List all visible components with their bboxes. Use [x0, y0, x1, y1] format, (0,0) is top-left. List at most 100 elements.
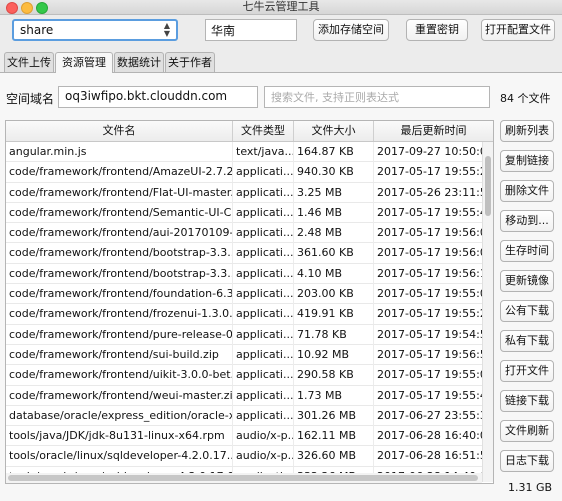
cell-type: applicati... [233, 243, 294, 264]
table-row[interactable]: code/framework/frontend/frozenui-1.3.0..… [6, 304, 482, 325]
domain-label: 空间域名 [6, 92, 55, 106]
private-download-button[interactable]: 私有下载 [500, 330, 554, 352]
cell-name: code/framework/frontend/pure-release-0..… [6, 324, 233, 345]
table-row[interactable]: angular.min.js text/java... 164.87 KB 2017-… [6, 142, 482, 163]
cell-size: 301.26 MB [294, 405, 374, 426]
cell-name: tools/oracle/linux/sqldeveloper-4.2.0.17… [6, 446, 233, 467]
reset-key-button[interactable]: 重置密钥 [406, 19, 468, 41]
cell-size: 164.87 KB [294, 142, 374, 162]
cell-modified: 2017-06-28 16:51:58 [377, 449, 482, 463]
ttl-button[interactable]: 生存时间 [500, 240, 554, 262]
cell-size: 2.48 MB [294, 223, 374, 244]
copy-link-button[interactable]: 复制链接 [500, 150, 554, 172]
table-row[interactable]: database/oracle/express_edition/oracle-x… [6, 405, 482, 427]
bucket-select[interactable]: share ▲ ▼ [12, 19, 178, 41]
tab-upload[interactable]: 文件上传 [4, 52, 54, 72]
cell-size: 10.92 MB [294, 344, 374, 365]
column-header-type[interactable]: 文件类型 [233, 121, 294, 141]
table-row[interactable]: tools/java/JDK/jdk-8u131-linux-x64.rpm au… [6, 426, 482, 447]
table-header: 文件名 文件类型 文件大小 最后更新时间 [6, 121, 493, 142]
search-input[interactable]: 搜索文件, 支持正则表达式 [264, 86, 490, 108]
cell-type: applicati... [233, 405, 294, 426]
title-bar: 七牛云管理工具 [0, 0, 562, 15]
delete-file-button[interactable]: 删除文件 [500, 180, 554, 202]
cell-size: 4.10 MB [294, 263, 374, 284]
vertical-scrollbar[interactable] [482, 142, 493, 482]
cell-modified: 2017-05-17 19:55:28 [377, 165, 482, 179]
table-row[interactable]: code/framework/frontend/bootstrap-3.3...… [6, 243, 482, 264]
table-row[interactable]: code/framework/frontend/weui-master.zip a… [6, 385, 482, 406]
select-arrows-icon: ▲ ▼ [163, 21, 170, 38]
add-bucket-button[interactable]: 添加存储空间 [313, 19, 389, 41]
cell-modified: 2017-05-26 23:11:53 [377, 185, 482, 199]
cell-type: applicati... [233, 182, 294, 203]
cell-name: code/framework/frontend/foundation-6.3..… [6, 284, 233, 305]
horizontal-scroll-thumb[interactable] [8, 475, 478, 481]
move-to-button[interactable]: 移动到... [500, 210, 554, 232]
cell-name: code/framework/frontend/uikit-3.0.0-bet.… [6, 365, 233, 386]
table-row[interactable]: code/framework/frontend/aui-20170109-...… [6, 223, 482, 244]
cell-name: database/oracle/express_edition/oracle-x… [6, 405, 233, 426]
refresh-list-button[interactable]: 刷新列表 [500, 120, 554, 142]
cell-name: code/framework/frontend/Flat-UI-master..… [6, 182, 233, 203]
cell-type: applicati... [233, 284, 294, 305]
cell-modified: 2017-05-17 19:55:43 [377, 205, 482, 219]
table-row[interactable]: code/framework/frontend/uikit-3.0.0-bet.… [6, 365, 482, 386]
cell-size: 419.91 KB [294, 304, 374, 325]
bucket-select-value: share [20, 23, 54, 37]
log-download-button[interactable]: 日志下载 [500, 450, 554, 472]
horizontal-scrollbar[interactable] [6, 473, 482, 483]
column-header-size[interactable]: 文件大小 [294, 121, 374, 141]
cell-size: 203.00 KB [294, 284, 374, 305]
table-row[interactable]: tools/oracle/linux/sqldeveloper-4.2.0.17… [6, 446, 482, 467]
refresh-file-button[interactable]: 文件刷新 [500, 420, 554, 442]
cell-name: code/framework/frontend/frozenui-1.3.0..… [6, 304, 233, 325]
cell-modified: 2017-05-17 19:55:49 [377, 388, 482, 402]
cell-type: applicati... [233, 365, 294, 386]
open-config-button[interactable]: 打开配置文件 [481, 19, 555, 41]
cell-name: code/framework/frontend/AmazeUI-2.7.2... [6, 162, 233, 183]
cell-size: 361.60 KB [294, 243, 374, 264]
cell-size: 1.73 MB [294, 385, 374, 406]
table-row[interactable]: code/framework/frontend/foundation-6.3..… [6, 284, 482, 305]
vertical-scroll-thumb[interactable] [485, 156, 491, 216]
table-row[interactable]: code/framework/frontend/sui-build.zip app… [6, 344, 482, 366]
region-field[interactable]: 华南 [205, 19, 297, 41]
cell-modified: 2017-05-17 19:56:17 [377, 266, 482, 280]
cell-type: applicati... [233, 202, 294, 223]
tab-about[interactable]: 关于作者 [165, 52, 215, 72]
cell-modified: 2017-05-17 19:56:01 [377, 226, 482, 240]
file-table[interactable]: 文件名 文件类型 文件大小 最后更新时间 angular.min.js text/… [5, 120, 494, 484]
cell-size: 940.30 KB [294, 162, 374, 183]
cell-type: applicati... [233, 304, 294, 325]
cell-size: 1.46 MB [294, 202, 374, 223]
cell-name: code/framework/frontend/weui-master.zip [6, 385, 233, 406]
file-count: 84 个文件 [500, 92, 551, 105]
cell-modified: 2017-09-27 10:50:03 [377, 145, 482, 158]
cell-modified: 2017-06-27 23:55:36 [377, 408, 482, 422]
cell-type: applicati... [233, 385, 294, 406]
cell-modified: 2017-06-28 16:40:02 [377, 429, 482, 443]
cell-modified: 2017-05-17 19:55:06 [377, 368, 482, 382]
total-size: 1.31 GB [508, 481, 553, 494]
table-row[interactable]: code/framework/frontend/Semantic-UI-C...… [6, 202, 482, 224]
table-row[interactable]: code/framework/frontend/AmazeUI-2.7.2...… [6, 162, 482, 183]
table-row[interactable]: code/framework/frontend/pure-release-0..… [6, 324, 482, 345]
cell-size: 290.58 KB [294, 365, 374, 386]
domain-field[interactable]: oq3iwfipo.bkt.clouddn.com [58, 86, 258, 108]
open-file-button[interactable]: 打开文件 [500, 360, 554, 382]
table-row[interactable]: code/framework/frontend/Flat-UI-master..… [6, 182, 482, 203]
window-title: 七牛云管理工具 [242, 0, 320, 13]
link-download-button[interactable]: 链接下载 [500, 390, 554, 412]
column-header-name[interactable]: 文件名 [6, 121, 233, 141]
table-row[interactable]: code/framework/frontend/bootstrap-3.3...… [6, 263, 482, 285]
column-header-modified[interactable]: 最后更新时间 [374, 121, 493, 141]
tab-stats[interactable]: 数据统计 [114, 52, 164, 72]
public-download-button[interactable]: 公有下载 [500, 300, 554, 322]
tab-resources[interactable]: 资源管理 [55, 52, 113, 73]
cell-name: code/framework/frontend/aui-20170109-... [6, 223, 233, 244]
cell-type: audio/x-p... [233, 426, 294, 447]
cell-name: code/framework/frontend/Semantic-UI-C... [6, 202, 233, 223]
cell-modified: 2017-05-17 19:55:01 [377, 287, 482, 301]
update-mirror-button[interactable]: 更新镜像 [500, 270, 554, 292]
